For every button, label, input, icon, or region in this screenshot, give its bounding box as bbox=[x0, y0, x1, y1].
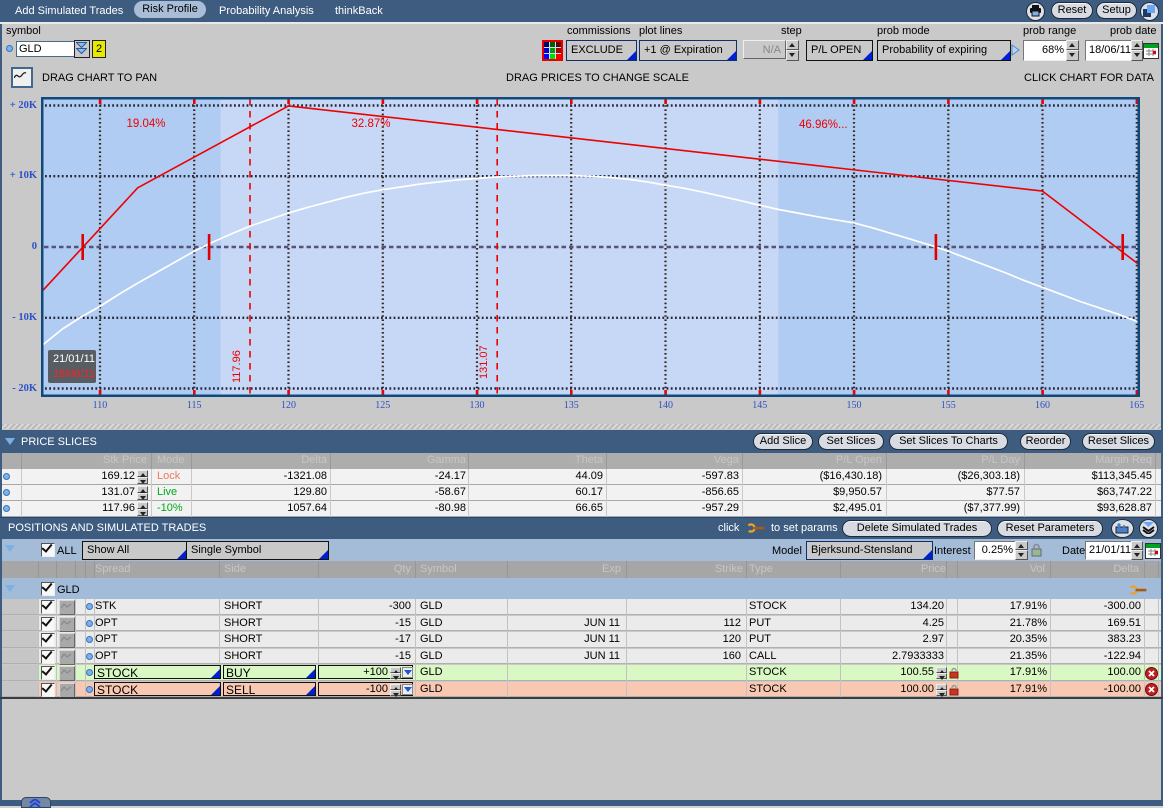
svg-text:117.96: 117.96 bbox=[231, 350, 243, 383]
svg-text:131.07: 131.07 bbox=[478, 345, 490, 379]
svg-text:19.04%: 19.04% bbox=[126, 118, 165, 130]
svg-text:18/06/11: 18/06/11 bbox=[53, 368, 95, 380]
svg-text:21/01/11: 21/01/11 bbox=[53, 353, 95, 365]
svg-text:46.96%...: 46.96%... bbox=[799, 119, 848, 131]
svg-text:32.87%: 32.87% bbox=[351, 118, 390, 130]
